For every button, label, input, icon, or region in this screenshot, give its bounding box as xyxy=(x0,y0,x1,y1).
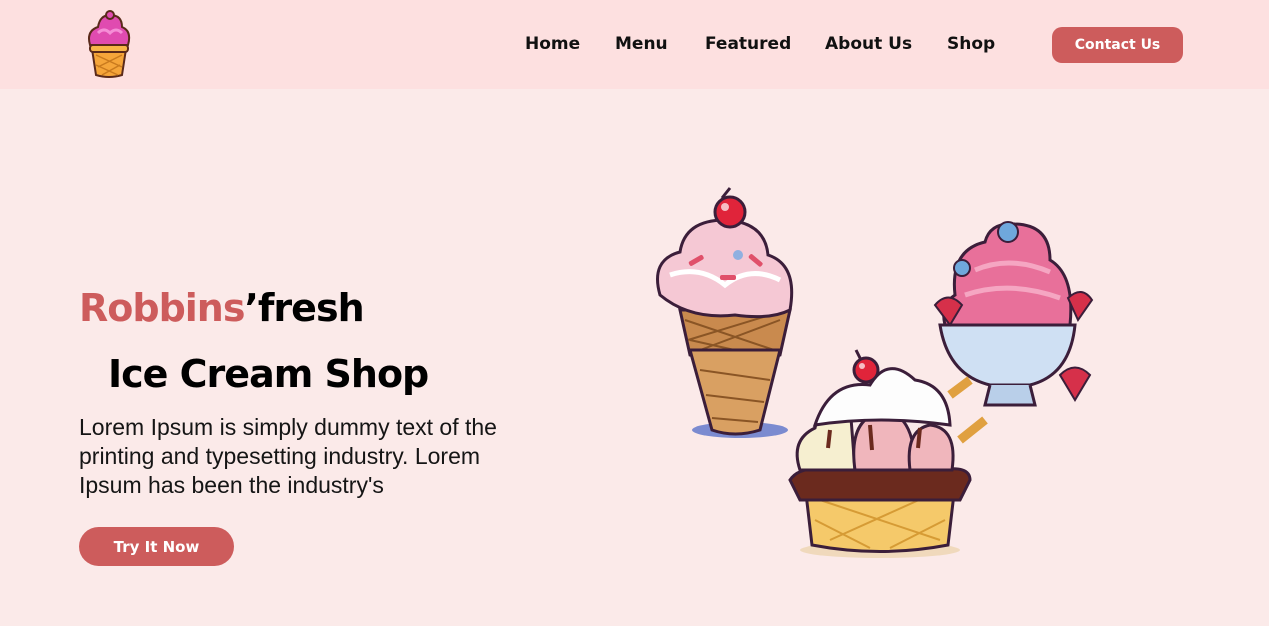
hero-title: Robbins’fresh xyxy=(79,286,365,330)
navbar: Home Menu Featured About Us Shop Contact… xyxy=(0,0,1269,89)
hero-subtitle: Ice Cream Shop xyxy=(108,352,429,396)
ice-cream-illustration xyxy=(656,187,1094,558)
brand-name-secondary: ’fresh xyxy=(244,286,364,330)
nav-about-us[interactable]: About Us xyxy=(825,34,912,54)
ice-cream-cone-icon xyxy=(656,187,794,438)
ice-cream-bowl-icon xyxy=(933,221,1094,407)
contact-us-button[interactable]: Contact Us xyxy=(1052,27,1183,63)
hero-description: Lorem Ipsum is simply dummy text of the … xyxy=(79,414,497,498)
brand-name-primary: Robbins xyxy=(79,286,245,330)
try-it-now-button[interactable]: Try It Now xyxy=(79,527,234,566)
sundae-waffle-bowl-icon xyxy=(788,349,988,558)
nav-shop[interactable]: Shop xyxy=(947,34,995,54)
nav-menu[interactable]: Menu xyxy=(615,34,668,54)
nav-home[interactable]: Home xyxy=(525,34,580,54)
nav-featured[interactable]: Featured xyxy=(705,34,791,54)
